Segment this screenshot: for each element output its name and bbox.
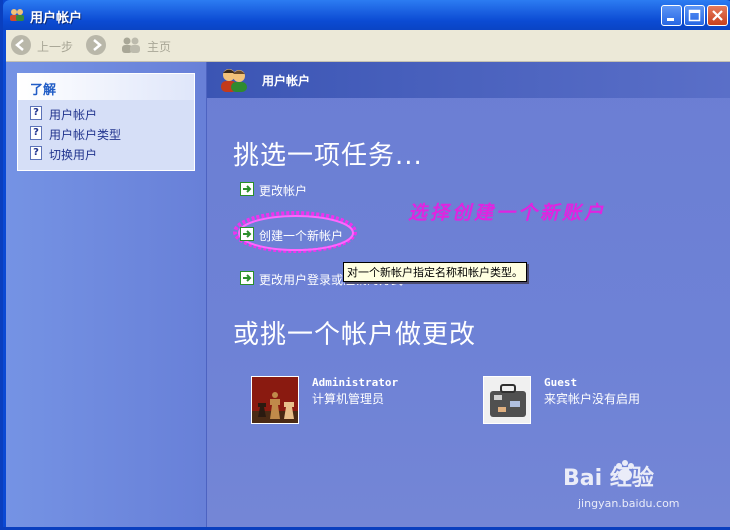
back-button[interactable]: 上一步 [11, 34, 81, 56]
paw-icon [616, 460, 634, 481]
green-arrow-icon [240, 227, 254, 241]
home-label: 主页 [147, 40, 172, 54]
sidebar-item-label: 切换用户 [49, 148, 98, 162]
task-label: 创建一个新帐户 [259, 229, 344, 243]
user-accounts-icon [221, 69, 247, 92]
main-header-title: 用户帐户 [262, 74, 311, 88]
watermark-url: jingyan.baidu.com [578, 497, 680, 510]
account-name: Guest [544, 376, 578, 389]
suitcase-avatar [483, 376, 531, 424]
task-label: 更改帐户 [259, 184, 308, 198]
home-button[interactable]: 主页 [120, 34, 180, 56]
learn-about-panel: 了解 ? 用户帐户 ? 用户帐户类型 ? 切换用户 [17, 73, 195, 171]
sidebar-item-label: 用户帐户 [49, 108, 98, 122]
toolbar: 上一步 主页 [6, 30, 730, 62]
sidebar-item-label: 用户帐户类型 [49, 128, 122, 142]
task-heading: 挑选一项任务... [233, 141, 423, 171]
users-icon [10, 9, 24, 21]
title-bar[interactable]: 用户帐户 [3, 0, 730, 30]
main-pane: 用户帐户 挑选一项任务... 更改帐户 创建一个新帐户 更改用户登录或注销的方式… [207, 62, 730, 527]
sidebar: 了解 ? 用户帐户 ? 用户帐户类型 ? 切换用户 [6, 62, 206, 527]
minimize-button[interactable] [661, 5, 682, 26]
green-arrow-icon [240, 271, 254, 285]
window-title: 用户帐户 [30, 11, 83, 26]
annotation-text: 选择创建一个新账户 [408, 202, 607, 224]
chess-avatar [251, 376, 299, 424]
help-icon: ? [30, 106, 42, 120]
back-arrow-icon [11, 35, 31, 55]
home-users-icon [122, 37, 140, 53]
green-arrow-icon [240, 182, 254, 196]
account-name: Administrator [312, 376, 399, 389]
maximize-icon [688, 9, 701, 22]
tooltip: 对一个新帐户指定名称和帐户类型。 [343, 262, 527, 282]
close-icon [712, 10, 723, 21]
account-guest[interactable]: Guest 来宾帐户没有启用 [483, 376, 663, 428]
back-label: 上一步 [37, 40, 74, 54]
main-header: 用户帐户 [207, 62, 730, 98]
help-icon: ? [30, 146, 42, 160]
panel-header: 了解 [18, 74, 194, 100]
forward-button[interactable] [86, 34, 108, 56]
close-button[interactable] [707, 5, 728, 26]
task-change-account[interactable]: 更改帐户 [240, 181, 340, 199]
watermark-brand: Bai 经验 [563, 466, 654, 491]
panel-title: 了解 [30, 83, 57, 98]
minimize-icon [667, 18, 674, 21]
user-accounts-window: 用户帐户 上一步 主页 了解 ? 用户帐户 ? 用户帐户类型 ? 切换用户 用户… [0, 0, 730, 530]
account-type: 计算机管理员 [312, 392, 385, 406]
help-icon: ? [30, 126, 42, 140]
account-administrator[interactable]: Administrator 计算机管理员 [251, 376, 431, 428]
forward-arrow-icon [86, 35, 106, 55]
account-status: 来宾帐户没有启用 [544, 392, 641, 406]
task-create-account[interactable]: 创建一个新帐户 [240, 226, 360, 244]
maximize-button[interactable] [684, 5, 705, 26]
accounts-heading: 或挑一个帐户做更改 [233, 320, 477, 350]
